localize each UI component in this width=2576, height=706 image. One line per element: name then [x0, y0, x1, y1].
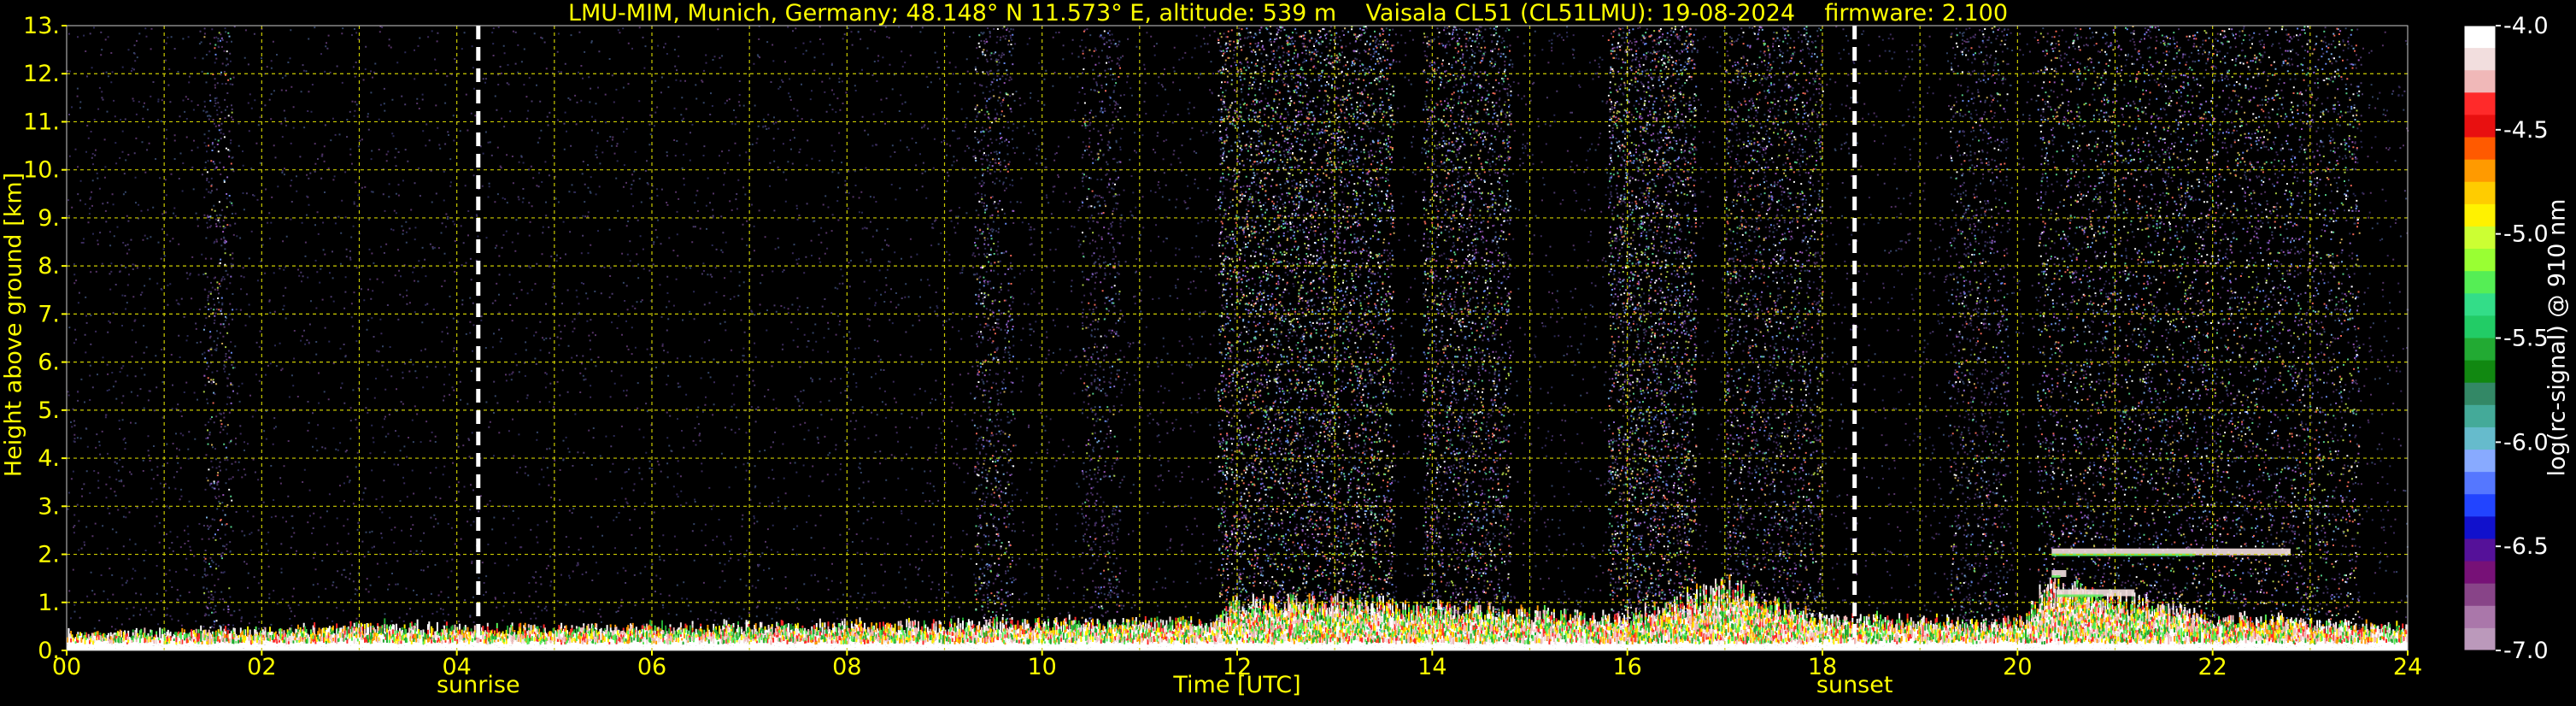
colorbar-segment	[2464, 627, 2496, 651]
colorbar-segment	[2464, 115, 2496, 138]
x-tick-label: 24	[2393, 654, 2422, 680]
colorbar-segment	[2464, 472, 2496, 495]
colorbar-segment	[2464, 538, 2496, 562]
x-tick-label: 14	[1417, 654, 1446, 680]
elevated-aerosol-layer-edge	[2051, 575, 2061, 579]
y-tick-label: 6.	[38, 350, 60, 376]
x-tick-label: 00	[52, 654, 81, 680]
y-tick-label: 5.	[38, 397, 60, 424]
heatmap-cells	[203, 26, 2361, 635]
colorbar-segment	[2464, 315, 2496, 338]
colorbar-segment	[2464, 404, 2496, 428]
colorbar-segment	[2464, 70, 2496, 93]
backscatter-heatmap	[67, 26, 2409, 651]
colorbar-segment	[2464, 516, 2496, 539]
colorbar-tick-label: -7.0	[2503, 638, 2549, 664]
y-tick-label: 1.	[38, 590, 60, 616]
y-tick-label: 11.	[23, 109, 60, 135]
colorbar-segment	[2464, 181, 2496, 205]
y-tick-label: 12.	[23, 61, 60, 87]
colorbar-label: log(rc-signal) @ 910 nm	[2544, 198, 2571, 477]
elevated-aerosol-layer-edge	[2057, 594, 2104, 597]
plot-frame	[66, 25, 2409, 651]
colorbar-tick-label: -4.5	[2503, 117, 2549, 144]
colorbar-segment	[2464, 48, 2496, 71]
x-tick-label: 06	[637, 654, 666, 680]
colorbar-segment	[2464, 583, 2496, 607]
x-tick-label: 20	[2003, 654, 2032, 680]
x-tick-label: 08	[832, 654, 861, 680]
colorbar-segment	[2464, 605, 2496, 629]
colorbar-segment	[2464, 494, 2496, 517]
heatmap-cells	[207, 26, 2360, 635]
y-tick-label: 8.	[38, 253, 60, 279]
colorbar-segment	[2464, 360, 2496, 384]
x-tick-label: 02	[247, 654, 276, 680]
y-tick-label: 3.	[38, 493, 60, 520]
colorbar-segment	[2464, 427, 2496, 450]
colorbar-segment	[2464, 293, 2496, 316]
y-tick-label: 9.	[38, 205, 60, 232]
sun-event-lines	[476, 26, 1857, 650]
y-tick-labels: 0.1.2.3.4.5.6.7.8.9.10.11.12.13.	[23, 13, 67, 664]
colorbar-segment	[2464, 26, 2496, 49]
colorbar-segment	[2464, 203, 2496, 227]
x-axis-label: Time [UTC]	[1173, 672, 1301, 698]
colorbar	[2463, 25, 2497, 651]
colorbar-segment	[2464, 561, 2496, 585]
colorbar-segment	[2464, 92, 2496, 115]
x-tick-label: 22	[2198, 654, 2227, 680]
heatmap-cells	[67, 26, 2409, 651]
colorbar-segment	[2464, 338, 2496, 362]
y-tick-label: 10.	[23, 157, 60, 184]
colorbar-tick-label: -6.5	[2503, 533, 2549, 560]
grid-lines	[67, 26, 2408, 650]
colorbar-segment	[2464, 226, 2496, 250]
sunrise-label: sunrise	[436, 672, 520, 698]
y-axis-label: Height above ground [km]	[0, 172, 27, 478]
chart-title: LMU-MIM, Munich, Germany; 48.148° N 11.5…	[567, 0, 2009, 26]
colorbar-tick-label: -5.0	[2503, 221, 2549, 248]
heatmap-cells	[202, 26, 2361, 634]
ceilometer-chart: 0.1.2.3.4.5.6.7.8.9.10.11.12.13. 00 02 04 0…	[23, 13, 2549, 680]
colorbar-segment	[2464, 137, 2496, 161]
colorbar-segment	[2464, 450, 2496, 473]
colorbar-segment	[2464, 382, 2496, 406]
colorbar-tick-labels: -4.0-4.5-5.0-5.5-6.0-6.5-7.0	[2496, 13, 2549, 664]
x-tick-label: 10	[1027, 654, 1056, 680]
aerosol-layers	[2051, 548, 2291, 597]
y-tick-label: 2.	[38, 542, 60, 568]
colorbar-tick-label: -6.0	[2503, 429, 2549, 456]
x-tick-label: 16	[1612, 654, 1641, 680]
colorbar-segment	[2464, 249, 2496, 272]
colorbar-segment	[2464, 271, 2496, 294]
colorbar-tick-label: -5.5	[2503, 326, 2549, 352]
colorbar-segment	[2464, 159, 2496, 183]
y-tick-label: 7.	[38, 301, 60, 327]
y-tick-label: 4.	[38, 445, 60, 472]
sunset-label: sunset	[1816, 672, 1893, 698]
